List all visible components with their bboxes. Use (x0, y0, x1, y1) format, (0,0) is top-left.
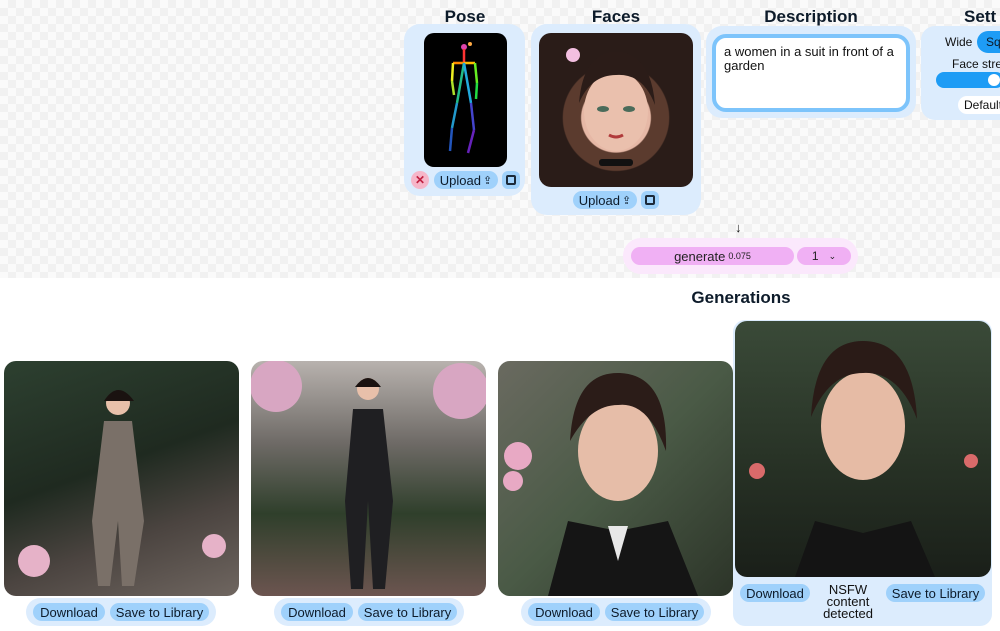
download-button-4[interactable]: Download (740, 584, 810, 602)
save-to-library-button-1[interactable]: Save to Library (110, 603, 209, 621)
image-plus-icon (506, 175, 516, 185)
generation-image-4[interactable] (735, 321, 991, 577)
description-input[interactable]: a women in a suit in front of a garden (712, 34, 910, 112)
arrow-down-icon: ↓ (735, 220, 742, 235)
generation-2-figure (251, 361, 486, 589)
aspect-wide-option[interactable]: Wide (945, 35, 972, 49)
save-label: Save to Library (115, 604, 204, 620)
pose-upload-button[interactable]: Upload ⇪ (434, 171, 498, 189)
pose-skeleton-icon (448, 42, 479, 154)
pose-library-button[interactable] (502, 171, 520, 189)
face-strength-slider[interactable] (936, 72, 1000, 88)
generation-1-figure (18, 390, 226, 586)
close-icon: ✕ (414, 173, 426, 187)
aspect-square-option[interactable]: Sq (977, 31, 1000, 53)
generation-image-1[interactable] (4, 361, 239, 596)
default-button[interactable]: Default (958, 96, 1000, 114)
nsfw-notice: NSFW content detected (823, 582, 873, 621)
slider-thumb[interactable] (988, 74, 1000, 86)
remove-pose-button[interactable]: ✕ (411, 171, 429, 189)
generate-label: generate (674, 248, 726, 264)
chevron-down-icon: ⌄ (828, 250, 837, 261)
face-upload-button[interactable]: Upload ⇪ (573, 191, 637, 209)
settings-title: Sett (964, 7, 997, 26)
face-library-button[interactable] (641, 191, 659, 209)
pose-upload-label: Upload (439, 172, 481, 188)
generation-4-figure (749, 341, 978, 577)
count-select[interactable]: 1 ⌄ (797, 247, 851, 265)
download-button-2[interactable]: Download (281, 603, 353, 621)
generate-button[interactable]: generate 0.075 (631, 247, 794, 265)
face-upload-label: Upload (578, 192, 620, 208)
download-button-3[interactable]: Download (528, 603, 600, 621)
generation-3-figure (503, 372, 698, 596)
save-label: Save to Library (610, 604, 699, 620)
generations-title: Generations (691, 288, 791, 307)
count-value: 1 (811, 249, 819, 263)
face-portrait (566, 48, 655, 166)
download-label: Download (40, 604, 98, 620)
save-to-library-button-4[interactable]: Save to Library (886, 584, 985, 602)
save-label: Save to Library (891, 585, 980, 601)
upload-icon: ⇪ (621, 194, 632, 207)
download-button-1[interactable]: Download (33, 603, 105, 621)
download-label: Download (746, 585, 804, 601)
save-to-library-button-2[interactable]: Save to Library (358, 603, 457, 621)
generation-image-3[interactable] (498, 361, 733, 596)
pose-image[interactable] (424, 33, 507, 167)
download-label: Download (535, 604, 593, 620)
aspect-square-label: Sq (986, 35, 1000, 49)
upload-icon: ⇪ (482, 174, 493, 187)
generation-image-2[interactable] (251, 361, 486, 596)
description-title: Description (764, 7, 858, 26)
save-label: Save to Library (363, 604, 452, 620)
face-image[interactable] (539, 33, 693, 187)
generate-cost: 0.075 (728, 251, 751, 261)
face-strength-label: Face stre (952, 57, 1000, 71)
download-label: Download (288, 604, 346, 620)
image-plus-icon (645, 195, 655, 205)
save-to-library-button-3[interactable]: Save to Library (605, 603, 704, 621)
default-label: Default (964, 98, 1000, 112)
